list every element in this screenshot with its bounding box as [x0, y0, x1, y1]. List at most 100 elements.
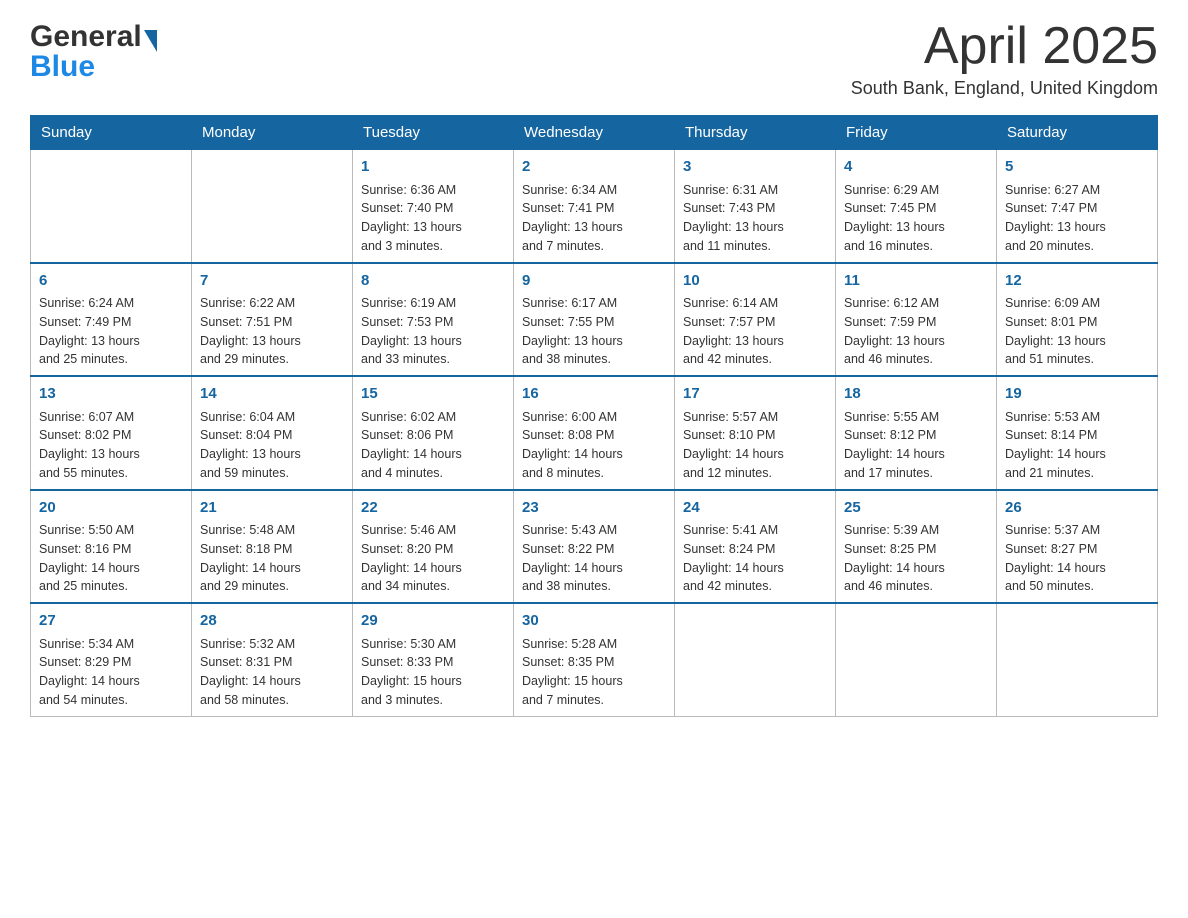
day-info: Sunrise: 5:39 AM Sunset: 8:25 PM Dayligh… — [844, 521, 988, 596]
day-number: 14 — [200, 383, 344, 406]
calendar-week-row: 13Sunrise: 6:07 AM Sunset: 8:02 PM Dayli… — [31, 376, 1158, 490]
day-info: Sunrise: 5:28 AM Sunset: 8:35 PM Dayligh… — [522, 635, 666, 710]
day-info: Sunrise: 5:43 AM Sunset: 8:22 PM Dayligh… — [522, 521, 666, 596]
logo: General Blue — [30, 20, 159, 84]
day-number: 30 — [522, 610, 666, 633]
day-number: 2 — [522, 156, 666, 179]
calendar-cell: 17Sunrise: 5:57 AM Sunset: 8:10 PM Dayli… — [675, 376, 836, 490]
location-text: South Bank, England, United Kingdom — [851, 78, 1158, 99]
calendar-cell: 7Sunrise: 6:22 AM Sunset: 7:51 PM Daylig… — [192, 263, 353, 377]
day-number: 12 — [1005, 270, 1149, 293]
day-info: Sunrise: 6:12 AM Sunset: 7:59 PM Dayligh… — [844, 294, 988, 369]
calendar-cell: 5Sunrise: 6:27 AM Sunset: 7:47 PM Daylig… — [997, 150, 1158, 263]
calendar-cell: 29Sunrise: 5:30 AM Sunset: 8:33 PM Dayli… — [353, 603, 514, 716]
day-info: Sunrise: 6:19 AM Sunset: 7:53 PM Dayligh… — [361, 294, 505, 369]
day-number: 3 — [683, 156, 827, 179]
calendar-header-row: SundayMondayTuesdayWednesdayThursdayFrid… — [31, 116, 1158, 150]
day-number: 13 — [39, 383, 183, 406]
logo-blue-text: Blue — [30, 50, 95, 84]
calendar-cell: 1Sunrise: 6:36 AM Sunset: 7:40 PM Daylig… — [353, 150, 514, 263]
month-title: April 2025 — [851, 20, 1158, 72]
logo-triangle-icon — [144, 30, 157, 52]
day-header-thursday: Thursday — [675, 116, 836, 150]
day-number: 19 — [1005, 383, 1149, 406]
day-info: Sunrise: 6:27 AM Sunset: 7:47 PM Dayligh… — [1005, 181, 1149, 256]
calendar-cell — [836, 603, 997, 716]
page-header: General Blue April 2025 South Bank, Engl… — [30, 20, 1158, 99]
calendar-cell: 22Sunrise: 5:46 AM Sunset: 8:20 PM Dayli… — [353, 490, 514, 604]
day-number: 1 — [361, 156, 505, 179]
calendar-cell: 21Sunrise: 5:48 AM Sunset: 8:18 PM Dayli… — [192, 490, 353, 604]
logo-general-text: General — [30, 20, 142, 54]
day-number: 29 — [361, 610, 505, 633]
calendar-week-row: 6Sunrise: 6:24 AM Sunset: 7:49 PM Daylig… — [31, 263, 1158, 377]
calendar-cell: 30Sunrise: 5:28 AM Sunset: 8:35 PM Dayli… — [514, 603, 675, 716]
day-info: Sunrise: 5:30 AM Sunset: 8:33 PM Dayligh… — [361, 635, 505, 710]
calendar-cell — [31, 150, 192, 263]
calendar-cell: 8Sunrise: 6:19 AM Sunset: 7:53 PM Daylig… — [353, 263, 514, 377]
calendar-cell: 2Sunrise: 6:34 AM Sunset: 7:41 PM Daylig… — [514, 150, 675, 263]
calendar-cell: 11Sunrise: 6:12 AM Sunset: 7:59 PM Dayli… — [836, 263, 997, 377]
day-number: 8 — [361, 270, 505, 293]
day-info: Sunrise: 6:00 AM Sunset: 8:08 PM Dayligh… — [522, 408, 666, 483]
day-info: Sunrise: 6:04 AM Sunset: 8:04 PM Dayligh… — [200, 408, 344, 483]
day-number: 21 — [200, 497, 344, 520]
day-info: Sunrise: 5:46 AM Sunset: 8:20 PM Dayligh… — [361, 521, 505, 596]
day-number: 23 — [522, 497, 666, 520]
day-info: Sunrise: 6:29 AM Sunset: 7:45 PM Dayligh… — [844, 181, 988, 256]
day-info: Sunrise: 6:09 AM Sunset: 8:01 PM Dayligh… — [1005, 294, 1149, 369]
title-area: April 2025 South Bank, England, United K… — [851, 20, 1158, 99]
day-info: Sunrise: 5:41 AM Sunset: 8:24 PM Dayligh… — [683, 521, 827, 596]
day-number: 11 — [844, 270, 988, 293]
calendar-cell: 27Sunrise: 5:34 AM Sunset: 8:29 PM Dayli… — [31, 603, 192, 716]
day-info: Sunrise: 6:36 AM Sunset: 7:40 PM Dayligh… — [361, 181, 505, 256]
day-number: 22 — [361, 497, 505, 520]
day-info: Sunrise: 6:17 AM Sunset: 7:55 PM Dayligh… — [522, 294, 666, 369]
day-info: Sunrise: 5:48 AM Sunset: 8:18 PM Dayligh… — [200, 521, 344, 596]
calendar-cell: 15Sunrise: 6:02 AM Sunset: 8:06 PM Dayli… — [353, 376, 514, 490]
day-number: 27 — [39, 610, 183, 633]
day-number: 9 — [522, 270, 666, 293]
day-info: Sunrise: 5:55 AM Sunset: 8:12 PM Dayligh… — [844, 408, 988, 483]
day-info: Sunrise: 5:57 AM Sunset: 8:10 PM Dayligh… — [683, 408, 827, 483]
calendar-cell: 3Sunrise: 6:31 AM Sunset: 7:43 PM Daylig… — [675, 150, 836, 263]
calendar-cell — [675, 603, 836, 716]
day-number: 10 — [683, 270, 827, 293]
calendar-cell: 28Sunrise: 5:32 AM Sunset: 8:31 PM Dayli… — [192, 603, 353, 716]
day-info: Sunrise: 5:32 AM Sunset: 8:31 PM Dayligh… — [200, 635, 344, 710]
day-number: 17 — [683, 383, 827, 406]
calendar-week-row: 20Sunrise: 5:50 AM Sunset: 8:16 PM Dayli… — [31, 490, 1158, 604]
day-header-friday: Friday — [836, 116, 997, 150]
calendar-cell: 10Sunrise: 6:14 AM Sunset: 7:57 PM Dayli… — [675, 263, 836, 377]
day-header-monday: Monday — [192, 116, 353, 150]
day-info: Sunrise: 6:34 AM Sunset: 7:41 PM Dayligh… — [522, 181, 666, 256]
day-number: 28 — [200, 610, 344, 633]
day-number: 18 — [844, 383, 988, 406]
day-number: 26 — [1005, 497, 1149, 520]
day-info: Sunrise: 5:53 AM Sunset: 8:14 PM Dayligh… — [1005, 408, 1149, 483]
calendar-cell: 16Sunrise: 6:00 AM Sunset: 8:08 PM Dayli… — [514, 376, 675, 490]
day-info: Sunrise: 5:50 AM Sunset: 8:16 PM Dayligh… — [39, 521, 183, 596]
calendar-cell: 4Sunrise: 6:29 AM Sunset: 7:45 PM Daylig… — [836, 150, 997, 263]
calendar-cell: 6Sunrise: 6:24 AM Sunset: 7:49 PM Daylig… — [31, 263, 192, 377]
calendar-table: SundayMondayTuesdayWednesdayThursdayFrid… — [30, 115, 1158, 717]
calendar-cell — [192, 150, 353, 263]
calendar-cell: 23Sunrise: 5:43 AM Sunset: 8:22 PM Dayli… — [514, 490, 675, 604]
day-info: Sunrise: 6:22 AM Sunset: 7:51 PM Dayligh… — [200, 294, 344, 369]
calendar-cell: 9Sunrise: 6:17 AM Sunset: 7:55 PM Daylig… — [514, 263, 675, 377]
day-header-wednesday: Wednesday — [514, 116, 675, 150]
day-info: Sunrise: 6:02 AM Sunset: 8:06 PM Dayligh… — [361, 408, 505, 483]
day-number: 6 — [39, 270, 183, 293]
calendar-cell: 13Sunrise: 6:07 AM Sunset: 8:02 PM Dayli… — [31, 376, 192, 490]
calendar-week-row: 27Sunrise: 5:34 AM Sunset: 8:29 PM Dayli… — [31, 603, 1158, 716]
day-number: 16 — [522, 383, 666, 406]
day-number: 7 — [200, 270, 344, 293]
day-info: Sunrise: 5:34 AM Sunset: 8:29 PM Dayligh… — [39, 635, 183, 710]
day-number: 25 — [844, 497, 988, 520]
day-number: 20 — [39, 497, 183, 520]
calendar-week-row: 1Sunrise: 6:36 AM Sunset: 7:40 PM Daylig… — [31, 150, 1158, 263]
day-number: 15 — [361, 383, 505, 406]
calendar-cell: 12Sunrise: 6:09 AM Sunset: 8:01 PM Dayli… — [997, 263, 1158, 377]
calendar-cell: 24Sunrise: 5:41 AM Sunset: 8:24 PM Dayli… — [675, 490, 836, 604]
calendar-cell: 18Sunrise: 5:55 AM Sunset: 8:12 PM Dayli… — [836, 376, 997, 490]
